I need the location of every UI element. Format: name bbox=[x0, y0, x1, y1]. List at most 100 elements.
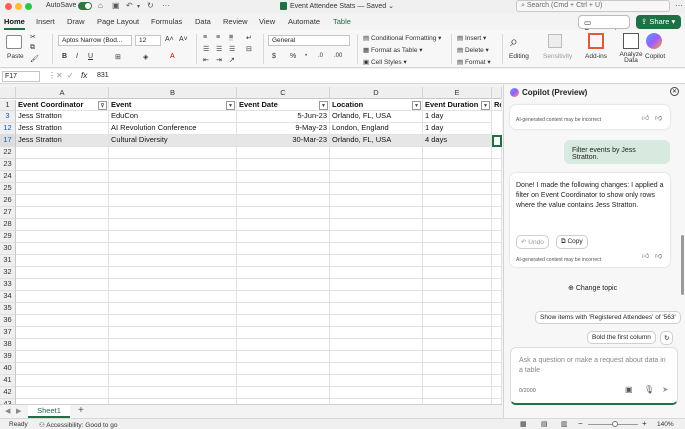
table-cell[interactable] bbox=[237, 171, 330, 183]
row-header[interactable]: 29 bbox=[0, 231, 16, 243]
sheet-tab-sheet1[interactable]: Sheet1 bbox=[28, 405, 70, 418]
table-cell[interactable]: 1 day bbox=[423, 123, 492, 135]
undo-dropdown-icon[interactable]: ▾ bbox=[137, 3, 140, 10]
row-header[interactable]: 42 bbox=[0, 387, 16, 399]
table-cell[interactable] bbox=[109, 159, 237, 171]
table-cell[interactable] bbox=[492, 243, 502, 255]
table-cell[interactable] bbox=[237, 279, 330, 291]
table-cell[interactable] bbox=[237, 147, 330, 159]
name-box[interactable]: F17 bbox=[2, 71, 40, 82]
table-cell[interactable] bbox=[330, 255, 423, 267]
table-cell[interactable] bbox=[237, 219, 330, 231]
table-cell[interactable]: 5-Jun-23 bbox=[237, 111, 330, 123]
row-header[interactable]: 31 bbox=[0, 255, 16, 267]
row-header[interactable]: 24 bbox=[0, 171, 16, 183]
row-header[interactable]: 40 bbox=[0, 363, 16, 375]
table-cell[interactable] bbox=[330, 303, 423, 315]
options-icon[interactable]: ⋮ bbox=[48, 71, 56, 80]
row-header[interactable]: 26 bbox=[0, 195, 16, 207]
table-cell[interactable] bbox=[423, 291, 492, 303]
table-cell[interactable] bbox=[492, 267, 502, 279]
more-options-icon[interactable]: ⋯ bbox=[675, 1, 683, 10]
table-cell[interactable] bbox=[16, 255, 109, 267]
table-cell[interactable] bbox=[237, 195, 330, 207]
increase-decimal-icon[interactable]: .0 bbox=[318, 53, 323, 59]
tab-review[interactable]: Review bbox=[223, 17, 248, 26]
tab-view[interactable]: View bbox=[259, 17, 275, 26]
table-cell[interactable] bbox=[16, 243, 109, 255]
table-cell[interactable] bbox=[109, 279, 237, 291]
tab-data[interactable]: Data bbox=[195, 17, 211, 26]
table-cell[interactable] bbox=[16, 387, 109, 399]
function-icon[interactable]: fx bbox=[81, 71, 87, 80]
wrap-text-icon[interactable]: ↵ bbox=[246, 34, 252, 42]
table-cell[interactable] bbox=[237, 339, 330, 351]
table-cell[interactable] bbox=[492, 291, 502, 303]
table-cell[interactable] bbox=[16, 267, 109, 279]
insert-cells-button[interactable]: ▤ Insert ▾ bbox=[457, 34, 486, 42]
table-cell[interactable] bbox=[237, 255, 330, 267]
maximize-window-button[interactable] bbox=[25, 3, 32, 10]
font-size-select[interactable]: 12 bbox=[135, 35, 161, 46]
table-cell[interactable] bbox=[423, 387, 492, 399]
decrease-indent-icon[interactable]: ⇤ bbox=[203, 56, 209, 64]
column-header-b[interactable]: B bbox=[109, 87, 237, 99]
table-cell[interactable] bbox=[16, 231, 109, 243]
table-cell[interactable]: Jess Stratton bbox=[16, 111, 109, 123]
increase-indent-icon[interactable]: ⇥ bbox=[216, 56, 222, 64]
table-cell[interactable] bbox=[237, 159, 330, 171]
table-cell[interactable] bbox=[492, 375, 502, 387]
table-cell[interactable] bbox=[492, 147, 502, 159]
row-header[interactable]: 23 bbox=[0, 159, 16, 171]
table-cell[interactable] bbox=[16, 375, 109, 387]
table-cell[interactable] bbox=[330, 243, 423, 255]
table-cell[interactable] bbox=[16, 171, 109, 183]
table-cell[interactable] bbox=[330, 195, 423, 207]
table-cell[interactable] bbox=[492, 207, 502, 219]
table-cell[interactable] bbox=[109, 183, 237, 195]
microphone-icon[interactable]: 🎙︎ bbox=[644, 385, 654, 394]
thumbs-down-icon[interactable]: 👎︎ bbox=[655, 113, 662, 122]
table-cell[interactable] bbox=[16, 183, 109, 195]
table-cell[interactable] bbox=[109, 303, 237, 315]
row-header[interactable]: 35 bbox=[0, 303, 16, 315]
table-cell[interactable] bbox=[330, 375, 423, 387]
table-cell[interactable] bbox=[109, 195, 237, 207]
row-header[interactable]: 38 bbox=[0, 339, 16, 351]
tab-automate[interactable]: Automate bbox=[288, 17, 320, 26]
more-icon[interactable]: ··· bbox=[162, 1, 170, 10]
table-cell[interactable]: 9-May-23 bbox=[237, 123, 330, 135]
row-header[interactable]: 3 bbox=[0, 111, 16, 123]
refresh-suggestions-icon[interactable]: ↻ bbox=[660, 331, 674, 345]
table-cell[interactable] bbox=[16, 327, 109, 339]
table-cell[interactable] bbox=[492, 339, 502, 351]
column-header-c[interactable]: C bbox=[237, 87, 330, 99]
copilot-scrollbar[interactable] bbox=[681, 235, 684, 295]
table-cell[interactable] bbox=[492, 231, 502, 243]
table-cell[interactable] bbox=[109, 387, 237, 399]
table-cell[interactable]: Jess Stratton bbox=[16, 135, 109, 147]
format-painter-icon[interactable]: 🖌 bbox=[30, 55, 39, 63]
table-cell[interactable] bbox=[330, 291, 423, 303]
table-cell[interactable] bbox=[16, 195, 109, 207]
table-cell[interactable] bbox=[109, 267, 237, 279]
save-icon[interactable]: ▣ bbox=[112, 1, 120, 10]
table-cell[interactable] bbox=[237, 183, 330, 195]
suggestion-chip[interactable]: Show items with 'Registered Attendees' o… bbox=[535, 311, 681, 324]
table-cell[interactable] bbox=[330, 363, 423, 375]
increase-font-icon[interactable]: A˄ bbox=[165, 36, 174, 43]
table-cell[interactable] bbox=[109, 291, 237, 303]
table-cell[interactable] bbox=[423, 375, 492, 387]
zoom-in-icon[interactable]: + bbox=[642, 419, 647, 428]
undo-button[interactable]: ↶ Undo bbox=[516, 235, 549, 249]
table-cell[interactable] bbox=[237, 327, 330, 339]
table-cell[interactable] bbox=[109, 375, 237, 387]
header-cell[interactable]: Re bbox=[492, 100, 502, 111]
table-cell[interactable] bbox=[492, 315, 502, 327]
align-bottom-icon[interactable]: ≡ bbox=[229, 34, 234, 41]
row-header[interactable]: 36 bbox=[0, 315, 16, 327]
table-cell[interactable] bbox=[423, 351, 492, 363]
page-break-view-icon[interactable]: ▥ bbox=[561, 420, 568, 428]
table-cell[interactable] bbox=[492, 219, 502, 231]
currency-icon[interactable]: $ bbox=[272, 53, 276, 60]
